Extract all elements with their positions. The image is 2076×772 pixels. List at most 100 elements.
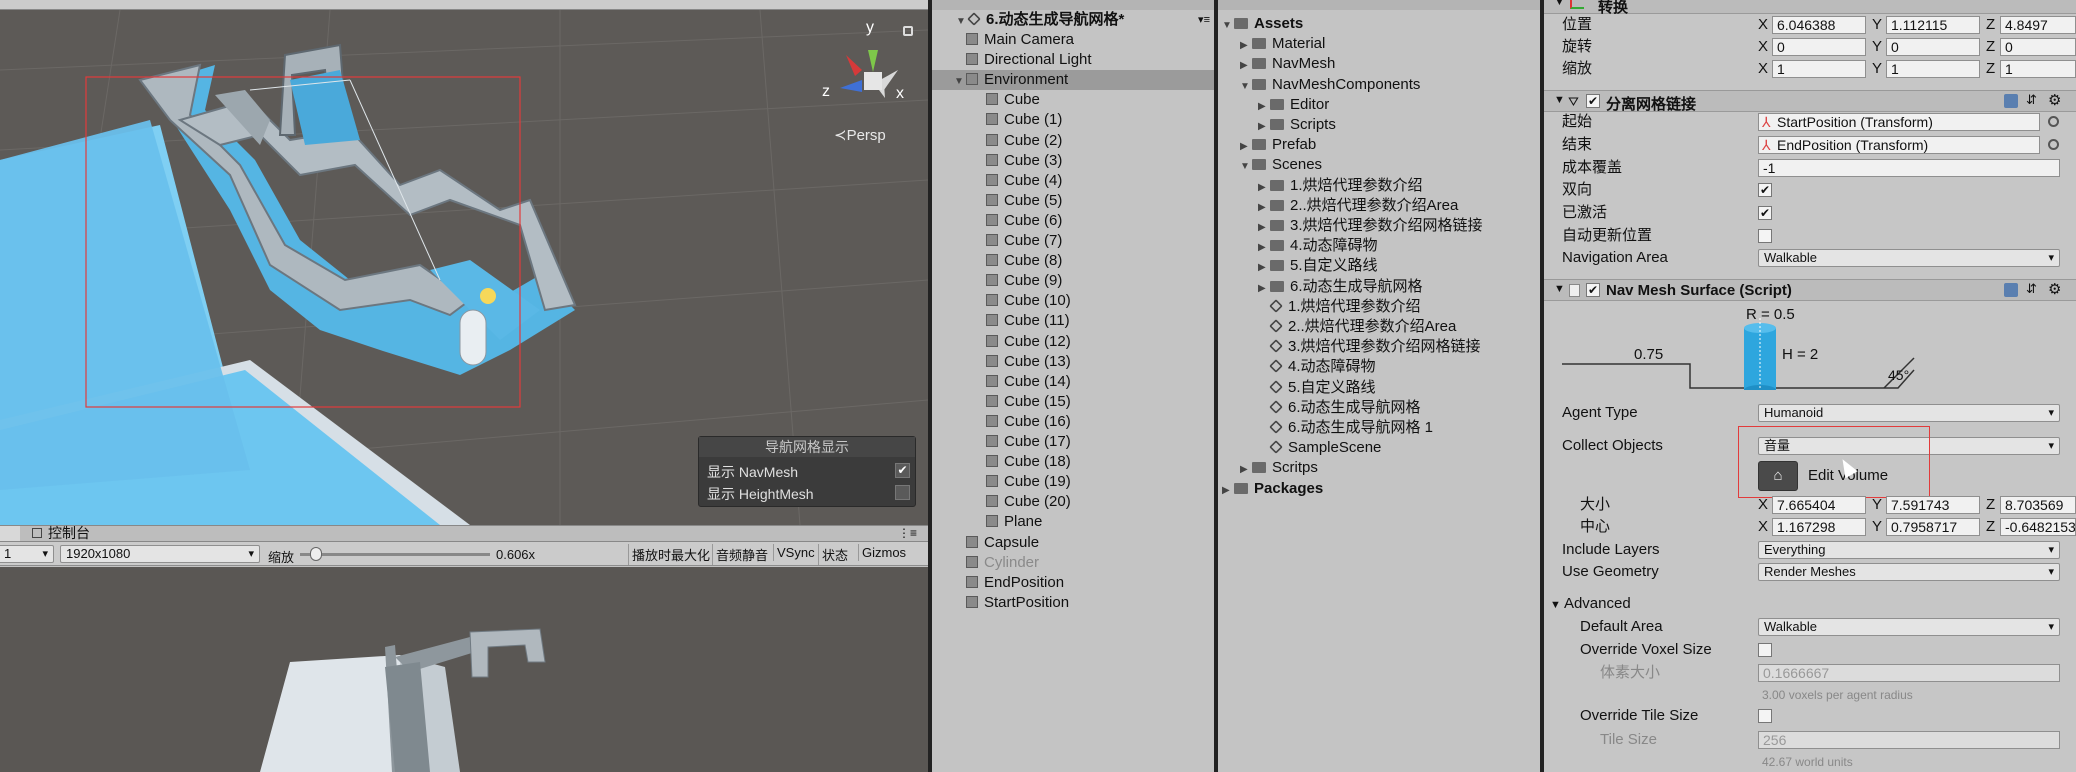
foldout-arrow-icon[interactable]: ▶	[1240, 137, 1252, 157]
hierarchy-item[interactable]: Cube (1)	[932, 110, 1214, 130]
foldout-arrow-icon[interactable]: ▼	[1554, 283, 1565, 295]
foldout-arrow-icon[interactable]: ▶	[1258, 178, 1270, 198]
project-item[interactable]: 6.动态生成导航网格 1	[1218, 418, 1540, 438]
project-item[interactable]: 1.烘焙代理参数介绍	[1218, 297, 1540, 317]
hierarchy-item[interactable]: Cube (3)	[932, 151, 1214, 171]
transform-x-field[interactable]: 1	[1772, 60, 1866, 78]
foldout-arrow-icon[interactable]: ▼	[1222, 16, 1234, 36]
project-item[interactable]: ▶ Scripts	[1218, 115, 1540, 135]
hierarchy-item[interactable]: Cube (8)	[932, 251, 1214, 271]
hierarchy-item[interactable]: Cube (12)	[932, 332, 1214, 352]
size-x-field[interactable]: 7.665404	[1772, 496, 1866, 514]
offmesh-link-header[interactable]: ▼ ⛛ ✔ 分离网格链接 ⇵ ⚙	[1544, 90, 2076, 113]
hierarchy-scene-row[interactable]: ▼ 6.动态生成导航网格* ▾≡	[932, 10, 1214, 30]
navmesh-surface-header[interactable]: ▼ ✔ Nav Mesh Surface (Script) ⇵ ⚙	[1544, 279, 2076, 301]
hierarchy-item[interactable]: Cube (14)	[932, 372, 1214, 392]
hierarchy-item[interactable]: Plane	[932, 512, 1214, 532]
project-item[interactable]: ▶ 4.动态障碍物	[1218, 236, 1540, 256]
panel-menu-icon[interactable]: ⋮≡	[898, 526, 917, 541]
hierarchy-item[interactable]: ▼ Environment	[932, 70, 1214, 92]
project-item[interactable]: ▶ 6.动态生成导航网格	[1218, 277, 1540, 297]
offmesh-area-dropdown[interactable]: Walkable	[1758, 249, 2060, 267]
include-layers-dropdown[interactable]: Everything	[1758, 541, 2060, 559]
hierarchy-item[interactable]: Cube (7)	[932, 231, 1214, 251]
transform-z-field[interactable]: 1	[2000, 60, 2076, 78]
project-item[interactable]: 5.自定义路线	[1218, 378, 1540, 398]
transform-x-field[interactable]: 0	[1772, 38, 1866, 56]
help-icon[interactable]	[2004, 283, 2018, 297]
project-item[interactable]: 3.烘焙代理参数介绍网格链接	[1218, 337, 1540, 357]
center-y-field[interactable]: 0.7958717	[1886, 518, 1980, 536]
foldout-arrow-icon[interactable]: ▼	[954, 72, 966, 92]
foldout-arrow-icon[interactable]: ▶	[1258, 117, 1270, 137]
hierarchy-item[interactable]: Cube (9)	[932, 271, 1214, 291]
foldout-arrow-icon[interactable]: ▼	[1240, 77, 1252, 97]
use-geometry-dropdown[interactable]: Render Meshes	[1758, 563, 2060, 581]
hierarchy-item[interactable]: Cube (17)	[932, 432, 1214, 452]
hierarchy-item[interactable]: Cube (15)	[932, 392, 1214, 412]
foldout-arrow-icon[interactable]: ▶	[1258, 258, 1270, 278]
resolution-dropdown[interactable]: 1920x1080	[60, 545, 260, 563]
project-item[interactable]: ▼ NavMeshComponents	[1218, 75, 1540, 95]
object-picker-icon[interactable]	[2048, 139, 2059, 150]
project-item[interactable]: 6.动态生成导航网格	[1218, 398, 1540, 418]
agent-type-dropdown[interactable]: Humanoid	[1758, 404, 2060, 422]
maximize-on-play-button[interactable]: 播放时最大化	[628, 544, 713, 565]
foldout-arrow-icon[interactable]: ▶	[1240, 460, 1252, 480]
hierarchy-item[interactable]: Cube (19)	[932, 472, 1214, 492]
project-item[interactable]: ▶ Prefab	[1218, 135, 1540, 155]
gear-icon[interactable]: ⚙	[2048, 91, 2061, 109]
hierarchy-item[interactable]: Capsule	[932, 533, 1214, 553]
vsync-button[interactable]: VSync	[773, 544, 818, 561]
foldout-arrow-icon[interactable]: ▶	[1258, 198, 1270, 218]
hierarchy-item[interactable]: Cylinder	[932, 553, 1214, 573]
foldout-arrow-icon[interactable]: ▶	[1222, 481, 1234, 501]
stats-button[interactable]: 状态	[818, 544, 851, 565]
hierarchy-item[interactable]: Cube	[932, 90, 1214, 110]
lock-icon[interactable]	[903, 26, 913, 36]
advanced-foldout[interactable]: ▼ Advanced	[1550, 595, 1631, 614]
scene-menu-icon[interactable]: ▾≡	[1198, 10, 1210, 30]
overlay-navmesh-checkbox[interactable]: ✔	[895, 463, 910, 478]
transform-header[interactable]: ▼ 转换	[1544, 0, 2076, 16]
offmesh-activated-checkbox[interactable]: ✔	[1758, 206, 1772, 220]
hierarchy-item[interactable]: Cube (10)	[932, 291, 1214, 311]
foldout-arrow-icon[interactable]: ▶	[1258, 279, 1270, 299]
default-area-dropdown[interactable]: Walkable	[1758, 618, 2060, 636]
capsule-object[interactable]	[459, 309, 487, 366]
hierarchy-item[interactable]: Cube (20)	[932, 492, 1214, 512]
offmesh-enabled-checkbox[interactable]: ✔	[1586, 94, 1600, 108]
project-item[interactable]: ▶ 5.自定义路线	[1218, 256, 1540, 276]
project-item[interactable]: 2..烘焙代理参数介绍Area	[1218, 317, 1540, 337]
hierarchy-item[interactable]: Cube (2)	[932, 131, 1214, 151]
foldout-arrow-icon[interactable]: ▶	[1240, 56, 1252, 76]
hierarchy-item[interactable]: Cube (11)	[932, 311, 1214, 331]
voxel-size-field[interactable]: 0.1666667	[1758, 664, 2060, 682]
foldout-arrow-icon[interactable]: ▶	[1240, 36, 1252, 56]
mute-audio-button[interactable]: 音频静音	[712, 544, 771, 565]
tab-console[interactable]: 控制台	[48, 526, 90, 541]
center-z-field[interactable]: -0.6482153	[2000, 518, 2076, 536]
gizmos-button[interactable]: Gizmos	[858, 544, 909, 561]
display-dropdown[interactable]: 1	[0, 545, 54, 563]
foldout-arrow-icon[interactable]: ▼	[1554, 0, 1565, 8]
hierarchy-item[interactable]: Cube (13)	[932, 352, 1214, 372]
preset-icon[interactable]: ⇵	[2026, 92, 2037, 108]
hierarchy-item[interactable]: Main Camera	[932, 30, 1214, 50]
hierarchy-item[interactable]: Cube (5)	[932, 191, 1214, 211]
hierarchy-item[interactable]: Cube (16)	[932, 412, 1214, 432]
offmesh-cost-field[interactable]: -1	[1758, 159, 2060, 177]
center-x-field[interactable]: 1.167298	[1772, 518, 1866, 536]
gear-icon[interactable]: ⚙	[2048, 280, 2061, 298]
orientation-gizmo[interactable]	[840, 50, 898, 98]
foldout-arrow-icon[interactable]: ▶	[1258, 97, 1270, 117]
hierarchy-item[interactable]: Cube (6)	[932, 211, 1214, 231]
project-item[interactable]: ▶ Packages	[1218, 479, 1540, 499]
project-item[interactable]: SampleScene	[1218, 438, 1540, 458]
object-picker-icon[interactable]	[2048, 116, 2059, 127]
offmesh-autoupdate-checkbox[interactable]	[1758, 229, 1772, 243]
size-z-field[interactable]: 8.703569	[2000, 496, 2076, 514]
offmesh-bidirectional-checkbox[interactable]: ✔	[1758, 183, 1772, 197]
project-item[interactable]: ▶ 1.烘焙代理参数介绍	[1218, 176, 1540, 196]
transform-y-field[interactable]: 0	[1886, 38, 1980, 56]
